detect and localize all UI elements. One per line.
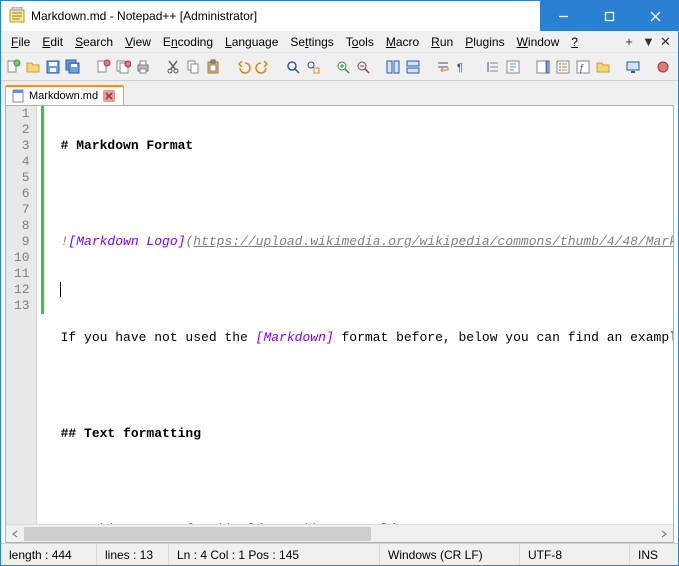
new-file-icon[interactable] <box>5 58 21 76</box>
wrap-icon[interactable] <box>435 58 451 76</box>
menu-help[interactable]: ? <box>565 33 584 51</box>
menu-file[interactable]: File <box>5 33 36 51</box>
play-macro-icon[interactable] <box>675 58 679 76</box>
scroll-right-icon[interactable] <box>655 526 673 542</box>
toolbar: ¶ ƒ <box>1 53 678 81</box>
tab-close-icon[interactable] <box>103 90 115 102</box>
tab-markdown[interactable]: Markdown.md <box>5 85 124 105</box>
close-all-icon[interactable] <box>115 58 131 76</box>
folder-panel-icon[interactable] <box>595 58 611 76</box>
close-file-icon[interactable] <box>95 58 111 76</box>
menu-close-x[interactable]: ✕ <box>656 32 674 52</box>
zoom-in-icon[interactable] <box>335 58 351 76</box>
record-macro-icon[interactable] <box>655 58 671 76</box>
undo-icon[interactable] <box>235 58 251 76</box>
horizontal-scrollbar[interactable] <box>6 524 673 542</box>
menu-window[interactable]: Window <box>511 33 566 51</box>
scroll-track[interactable] <box>24 526 655 542</box>
code-editor[interactable]: 12345678910111213 # Markdown Format ![Ma… <box>6 106 673 524</box>
status-length: length : 444 <box>1 544 97 565</box>
code-content[interactable]: # Markdown Format ![Markdown Logo](https… <box>51 106 673 524</box>
svg-text:ƒ: ƒ <box>579 63 585 74</box>
menu-edit[interactable]: Edit <box>36 33 69 51</box>
menu-view[interactable]: View <box>119 33 157 51</box>
file-icon <box>12 89 24 103</box>
tab-label: Markdown.md <box>29 90 98 102</box>
menu-plugins[interactable]: Plugins <box>459 33 510 51</box>
status-bar: length : 444 lines : 13 Ln : 4 Col : 1 P… <box>1 543 678 565</box>
find-icon[interactable] <box>285 58 301 76</box>
menu-language[interactable]: Language <box>219 33 284 51</box>
monitor-icon[interactable] <box>625 58 641 76</box>
paste-icon[interactable] <box>205 58 221 76</box>
minimize-button[interactable] <box>540 1 586 31</box>
save-all-icon[interactable] <box>65 58 81 76</box>
status-mode[interactable]: INS <box>630 544 678 565</box>
open-file-icon[interactable] <box>25 58 41 76</box>
editor-area: 12345678910111213 # Markdown Format ![Ma… <box>5 105 674 543</box>
app-icon <box>9 7 25 26</box>
line-gutter: 12345678910111213 <box>6 106 37 524</box>
save-icon[interactable] <box>45 58 61 76</box>
close-button[interactable] <box>632 1 678 31</box>
print-icon[interactable] <box>135 58 151 76</box>
menu-new-plus[interactable]: + <box>620 32 638 51</box>
doc-list-icon[interactable] <box>555 58 571 76</box>
sync-h-icon[interactable] <box>405 58 421 76</box>
svg-text:¶: ¶ <box>457 62 463 74</box>
zoom-out-icon[interactable] <box>355 58 371 76</box>
status-encoding[interactable]: UTF-8 <box>520 544 630 565</box>
copy-icon[interactable] <box>185 58 201 76</box>
status-eol[interactable]: Windows (CR LF) <box>380 544 520 565</box>
maximize-button[interactable] <box>586 1 632 31</box>
status-position: Ln : 4 Col : 1 Pos : 145 <box>169 544 380 565</box>
menu-encoding[interactable]: Encoding <box>157 33 219 51</box>
replace-icon[interactable] <box>305 58 321 76</box>
lang-format-icon[interactable] <box>505 58 521 76</box>
menu-bar: File Edit Search View Encoding Language … <box>1 31 678 53</box>
function-list-icon[interactable]: ƒ <box>575 58 591 76</box>
window-title: Markdown.md - Notepad++ [Administrator] <box>31 9 540 23</box>
doc-map-icon[interactable] <box>535 58 551 76</box>
menu-settings[interactable]: Settings <box>284 33 339 51</box>
tab-strip: Markdown.md <box>1 81 678 105</box>
title-bar: Markdown.md - Notepad++ [Administrator] <box>1 1 678 31</box>
redo-icon[interactable] <box>255 58 271 76</box>
menu-search[interactable]: Search <box>69 33 119 51</box>
menu-macro[interactable]: Macro <box>380 33 425 51</box>
menu-run[interactable]: Run <box>425 33 459 51</box>
window-controls <box>540 1 678 31</box>
change-marker <box>37 106 51 524</box>
show-all-chars-icon[interactable]: ¶ <box>455 58 471 76</box>
scroll-thumb[interactable] <box>24 527 371 541</box>
cut-icon[interactable] <box>165 58 181 76</box>
sync-v-icon[interactable] <box>385 58 401 76</box>
menu-dropdown[interactable]: ▼ <box>638 32 656 51</box>
menu-tools[interactable]: Tools <box>340 33 380 51</box>
scroll-left-icon[interactable] <box>6 526 24 542</box>
indent-guide-icon[interactable] <box>485 58 501 76</box>
status-lines: lines : 13 <box>97 544 169 565</box>
